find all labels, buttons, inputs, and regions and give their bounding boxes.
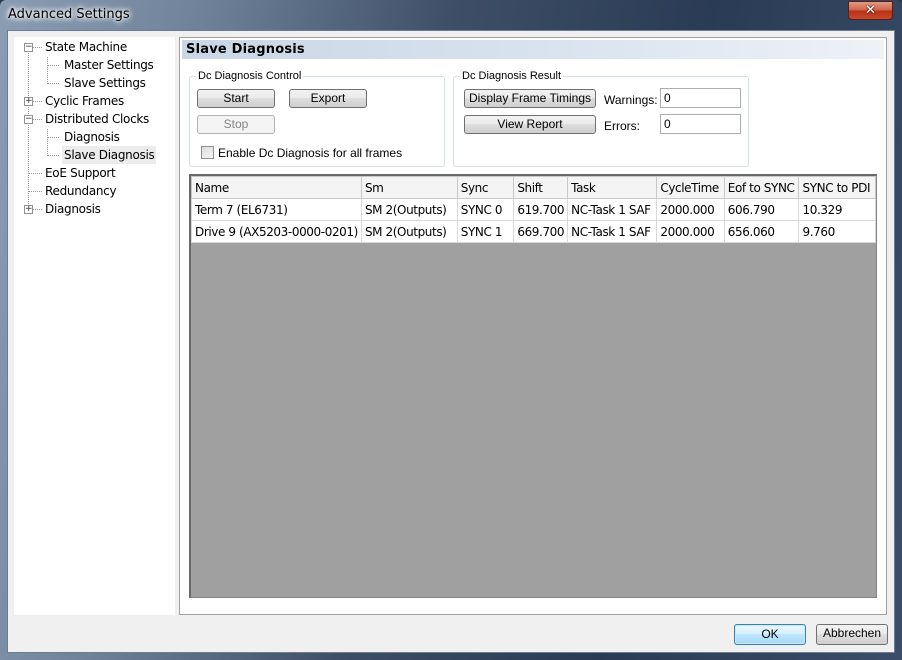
cell-name: Drive 9 (AX5203-0000-0201) [191, 220, 362, 243]
warnings-label: Warnings: [604, 93, 658, 107]
slave-diagnosis-panel: Slave Diagnosis Dc Diagnosis Control Sta… [179, 37, 887, 615]
tree-item-master-settings[interactable]: Master Settings [64, 56, 154, 74]
column-header-name[interactable]: Name [191, 176, 362, 199]
cell-shift: 669.700 [513, 220, 569, 243]
column-header-cycletime[interactable]: CycleTime [656, 176, 725, 199]
tree-connector [28, 191, 42, 192]
expand-icon[interactable]: + [24, 97, 33, 106]
cell-sync-to-pdi: 10.329 [798, 198, 876, 221]
start-button[interactable]: Start [197, 89, 275, 108]
view-report-button[interactable]: View Report [464, 115, 596, 134]
tree-item-distributed-clocks[interactable]: Distributed Clocks [45, 110, 149, 128]
tree-connector [28, 173, 42, 174]
slave-diagnosis-grid: Name Sm Sync Shift Task CycleTime Eof to… [189, 174, 877, 598]
collapse-icon[interactable]: − [24, 115, 33, 124]
tree-item-slave-diagnosis[interactable]: Slave Diagnosis [62, 146, 157, 164]
tree-connector [47, 129, 48, 156]
tree-connector [47, 65, 59, 66]
tree-connector [47, 137, 59, 138]
collapse-icon[interactable]: − [24, 43, 33, 52]
dialog-client-area: − State Machine Master Settings Slave Se… [7, 30, 895, 653]
column-header-shift[interactable]: Shift [513, 176, 569, 199]
group-label: Dc Diagnosis Control [196, 69, 304, 83]
title-bar[interactable]: Advanced Settings ✕ [0, 0, 902, 30]
tree-connector [33, 47, 42, 48]
cell-shift: 619.700 [513, 198, 569, 221]
advanced-settings-window: Advanced Settings ✕ − State Machine Mast… [0, 0, 902, 660]
warnings-field[interactable]: 0 [660, 88, 741, 108]
errors-label: Errors: [604, 119, 640, 133]
tree-connector [33, 119, 42, 120]
ok-button[interactable]: OK [734, 624, 806, 645]
cell-cycletime: 2000.000 [656, 220, 725, 243]
cell-eof-to-sync: 606.790 [723, 198, 800, 221]
cell-sm: SM 2(Outputs) [360, 198, 458, 221]
tree-item-cyclic-frames[interactable]: Cyclic Frames [45, 92, 124, 110]
tree-item-redundancy[interactable]: Redundancy [45, 182, 117, 200]
settings-tree: − State Machine Master Settings Slave Se… [14, 37, 175, 615]
cell-cycletime: 2000.000 [656, 198, 725, 221]
cell-sync-to-pdi: 9.760 [798, 220, 876, 243]
tree-connector [47, 155, 59, 156]
tree-connector [33, 101, 42, 102]
close-button[interactable]: ✕ [848, 1, 893, 20]
cell-task: NC-Task 1 SAF [567, 198, 658, 221]
table-header-row: Name Sm Sync Shift Task CycleTime Eof to… [191, 176, 876, 199]
export-button[interactable]: Export [289, 89, 367, 108]
enable-all-frames-checkbox[interactable] [201, 146, 214, 159]
tree-item-slave-settings[interactable]: Slave Settings [64, 74, 146, 92]
column-header-sm[interactable]: Sm [360, 176, 458, 199]
panel-title: Slave Diagnosis [182, 40, 884, 59]
cancel-button[interactable]: Abbrechen [816, 624, 888, 645]
tree-connector [33, 209, 42, 210]
cell-sync: SYNC 0 [456, 198, 515, 221]
close-icon: ✕ [865, 3, 876, 18]
tree-connector [47, 57, 48, 84]
dc-diagnosis-result-group: Dc Diagnosis Result Display Frame Timing… [453, 69, 749, 167]
tree-connector [47, 83, 59, 84]
tree-item-state-machine[interactable]: State Machine [45, 38, 127, 56]
window-title: Advanced Settings [8, 7, 130, 22]
display-frame-timings-button[interactable]: Display Frame Timings [464, 89, 596, 108]
column-header-sync-to-pdi[interactable]: SYNC to PDI [798, 176, 876, 199]
tree-item-eoe-support[interactable]: EoE Support [45, 164, 116, 182]
cell-sync: SYNC 1 [456, 220, 515, 243]
tree-item-diagnosis[interactable]: Diagnosis [64, 128, 120, 146]
tree-connector [28, 50, 29, 214]
cell-task: NC-Task 1 SAF [567, 220, 658, 243]
tree-item-diagnosis-root[interactable]: Diagnosis [45, 200, 101, 218]
stop-button[interactable]: Stop [197, 115, 275, 134]
cell-eof-to-sync: 656.060 [723, 220, 800, 243]
dc-diagnosis-control-group: Dc Diagnosis Control Start Export Stop E… [189, 69, 445, 167]
errors-field[interactable]: 0 [660, 114, 741, 134]
column-header-sync[interactable]: Sync [456, 176, 515, 199]
group-label: Dc Diagnosis Result [460, 69, 564, 83]
column-header-task[interactable]: Task [567, 176, 658, 199]
expand-icon[interactable]: + [24, 205, 33, 214]
cell-sm: SM 2(Outputs) [360, 220, 458, 243]
cell-name: Term 7 (EL6731) [191, 198, 362, 221]
table-row[interactable]: Drive 9 (AX5203-0000-0201) SM 2(Outputs)… [191, 220, 876, 243]
diagnosis-table: Name Sm Sync Shift Task CycleTime Eof to… [191, 176, 876, 243]
table-row[interactable]: Term 7 (EL6731) SM 2(Outputs) SYNC 0 619… [191, 198, 876, 221]
enable-all-frames-label: Enable Dc Diagnosis for all frames [218, 146, 403, 160]
column-header-eof-to-sync[interactable]: Eof to SYNC [723, 176, 800, 199]
